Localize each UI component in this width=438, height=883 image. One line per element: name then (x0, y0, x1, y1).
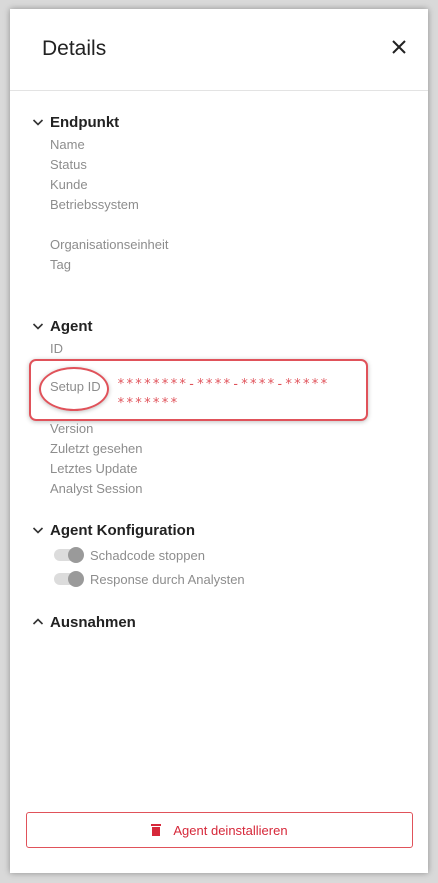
field-setup-id-label: Setup ID (50, 379, 101, 394)
chevron-down-icon (32, 119, 44, 126)
chevron-down-icon (32, 323, 44, 330)
section-exceptions: Ausnahmen (10, 611, 428, 633)
section-agent-header[interactable]: Agent (10, 315, 428, 337)
section-agent-config: Agent Konfiguration Schadcode stoppen Re… (10, 519, 428, 591)
section-exceptions-header[interactable]: Ausnahmen (10, 611, 428, 633)
section-endpoint-title: Endpunkt (50, 113, 120, 131)
section-agent-config-title: Agent Konfiguration (50, 521, 195, 539)
panel-header: Details (10, 9, 428, 91)
toggle-stop-malware[interactable] (54, 547, 84, 563)
toggle-analyst-response[interactable] (54, 571, 84, 587)
field-status: Status (50, 157, 87, 172)
toggle-row-analyst-response: Response durch Analysten (10, 567, 428, 591)
trash-icon (151, 824, 162, 836)
section-endpoint-header[interactable]: Endpunkt (10, 111, 428, 133)
toggle-label-stop-malware: Schadcode stoppen (90, 547, 205, 563)
uninstall-agent-label: Agent deinstallieren (173, 822, 288, 838)
section-endpoint: Endpunkt Name Status Kunde Betriebssyste… (10, 111, 428, 275)
toggle-label-analyst-response: Response durch Analysten (90, 571, 245, 587)
uninstall-agent-button[interactable]: Agent deinstallieren (26, 812, 413, 848)
field-setup-id-value: ********-****-****-************ (117, 377, 329, 411)
chevron-up-icon (32, 618, 44, 625)
field-id: ID (50, 341, 63, 356)
toggle-knob (68, 571, 84, 587)
field-customer: Kunde (50, 177, 88, 192)
field-last-seen: Zuletzt gesehen (50, 441, 143, 456)
details-panel: Details Endpunkt Name Status Kunde Betri… (10, 9, 428, 873)
section-agent-title: Agent (50, 317, 93, 335)
toggle-row-stop-malware: Schadcode stoppen (10, 543, 428, 567)
field-tag: Tag (50, 257, 71, 272)
field-os: Betriebssystem (50, 197, 139, 212)
close-icon[interactable] (390, 38, 408, 56)
field-analyst-session: Analyst Session (50, 481, 143, 496)
section-agent-config-header[interactable]: Agent Konfiguration (10, 519, 428, 541)
section-agent: Agent ID (10, 315, 428, 359)
field-name: Name (50, 137, 85, 152)
field-org-unit: Organisationseinheit (50, 237, 169, 252)
section-agent-more: Version Zuletzt gesehen Letztes Update A… (10, 419, 428, 499)
section-exceptions-title: Ausnahmen (50, 613, 136, 631)
field-version: Version (50, 421, 94, 436)
toggle-knob (68, 547, 84, 563)
page-title: Details (42, 37, 107, 60)
chevron-down-icon (32, 527, 44, 534)
field-last-update: Letztes Update (50, 461, 138, 476)
